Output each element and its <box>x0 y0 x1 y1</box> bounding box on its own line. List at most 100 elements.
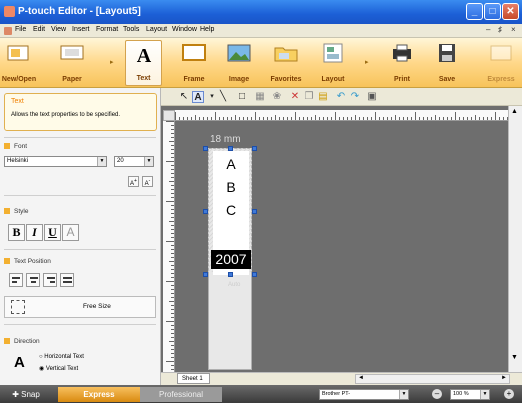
snap-tab[interactable]: ✚ Snap <box>2 387 50 402</box>
resize-handle-nw[interactable] <box>203 146 208 151</box>
ruler-tick <box>435 115 436 120</box>
image-button[interactable]: Image <box>219 40 259 86</box>
year-text-object[interactable]: 2007 <box>211 250 251 269</box>
express-button[interactable]: Express <box>480 40 522 86</box>
font-section-header[interactable]: Font <box>4 143 27 150</box>
text-tool-icon[interactable]: A <box>192 91 204 103</box>
font-name-select[interactable]: Helsinki ▼ <box>4 156 107 167</box>
menu-insert[interactable]: Insert <box>72 26 90 33</box>
maximize-button[interactable]: □ <box>484 3 501 20</box>
menu-tools[interactable]: Tools <box>123 26 139 33</box>
sheet-tab[interactable]: Sheet 1 <box>177 373 210 384</box>
select-pointer-icon[interactable]: ↖ <box>178 91 190 103</box>
cut-icon[interactable]: ✕ <box>289 91 301 103</box>
menu-edit[interactable]: Edit <box>33 26 45 33</box>
minimize-button[interactable]: _ <box>466 3 483 20</box>
italic-button[interactable]: I <box>26 224 43 241</box>
ruler-tick <box>275 115 276 120</box>
horizontal-scrollbar[interactable]: ◄ ► <box>355 374 510 384</box>
favorites-button[interactable]: Favorites <box>264 40 308 86</box>
resize-handle-n[interactable] <box>228 146 233 151</box>
save-button[interactable]: Save <box>427 40 467 86</box>
ruler-tick <box>495 112 496 120</box>
chevron-down-icon: ▼ <box>480 390 489 399</box>
resize-handle-s[interactable] <box>228 272 233 277</box>
ruler-tick <box>171 369 174 370</box>
outline-button[interactable]: A <box>62 224 79 241</box>
frame-button[interactable]: Frame <box>175 40 213 86</box>
title-bar[interactable]: P-touch Editor - [Layout5] _ □ ✕ <box>0 0 522 24</box>
text-position-section-header[interactable]: Text Position <box>4 258 51 265</box>
menu-layout[interactable]: Layout <box>146 26 167 33</box>
direction-section-header[interactable]: Direction <box>4 338 40 345</box>
menu-view[interactable]: View <box>51 26 66 33</box>
resize-handle-ne[interactable] <box>252 146 257 151</box>
menu-format[interactable]: Format <box>96 26 118 33</box>
resize-handle-se[interactable] <box>252 272 257 277</box>
scroll-up-icon[interactable]: ▲ <box>511 108 518 115</box>
layout-button[interactable]: Layout <box>314 40 352 86</box>
mdi-close-button[interactable]: × <box>511 25 516 34</box>
ruler-tick <box>503 117 504 120</box>
free-size-button[interactable]: Free Size <box>4 296 156 318</box>
align-right-button[interactable] <box>43 273 57 287</box>
table-tool-icon[interactable]: ▦ <box>254 91 266 103</box>
menu-help[interactable]: Help <box>200 26 214 33</box>
align-center-button[interactable] <box>26 273 40 287</box>
copy-icon[interactable]: ❐ <box>303 91 315 103</box>
paste-icon[interactable]: ▤ <box>317 91 329 103</box>
scroll-right-icon[interactable]: ► <box>501 375 507 381</box>
mdi-minimize-button[interactable]: – <box>486 25 490 34</box>
menu-file[interactable]: File <box>15 26 26 33</box>
ruler-tick <box>307 117 308 120</box>
align-justify-button[interactable] <box>60 273 74 287</box>
scroll-down-icon[interactable]: ▼ <box>511 354 518 361</box>
scroll-left-icon[interactable]: ◄ <box>358 375 364 381</box>
section-collapse-icon <box>4 208 10 214</box>
ruler-tick <box>171 245 174 246</box>
align-right-icon <box>50 281 55 283</box>
resize-handle-sw[interactable] <box>203 272 208 277</box>
zoom-in-icon[interactable]: + <box>504 389 514 399</box>
resize-handle-e[interactable] <box>252 209 257 214</box>
shape-tool-icon[interactable]: □ <box>236 91 248 103</box>
express-mode-tab[interactable]: Express <box>58 387 140 402</box>
printer-select[interactable]: Brother PT- ▼ <box>319 389 409 400</box>
align-left-button[interactable] <box>9 273 23 287</box>
zoom-select[interactable]: 100 % ▼ <box>450 389 490 400</box>
menu-window[interactable]: Window <box>172 26 197 33</box>
resize-handle-w[interactable] <box>203 209 208 214</box>
ruler-tick <box>171 237 174 238</box>
font-size-select[interactable]: 20 ▼ <box>114 156 154 167</box>
style-section-header[interactable]: Style <box>4 208 28 215</box>
properties-icon[interactable]: ▣ <box>366 91 378 103</box>
zoom-out-icon[interactable]: – <box>432 389 442 399</box>
underline-button[interactable]: U <box>44 224 61 241</box>
direction-vertical-radio[interactable]: ◉ Vertical Text <box>39 365 78 372</box>
ruler-tick <box>199 117 200 120</box>
ruler-tick <box>299 117 300 120</box>
undo-icon[interactable]: ↶ <box>335 91 347 103</box>
professional-mode-tab[interactable]: Professional <box>140 387 222 402</box>
ruler-tick <box>166 241 174 242</box>
ruler-tick <box>171 293 174 294</box>
mdi-restore-button[interactable]: ♯ <box>498 25 502 34</box>
ruler-tick <box>171 329 174 330</box>
ruler-tick <box>423 117 424 120</box>
font-grow-button[interactable]: A+ <box>128 176 139 187</box>
vertical-scrollbar[interactable]: ▲ ▼ <box>508 106 522 375</box>
paper-button[interactable]: Paper <box>52 40 92 86</box>
print-button[interactable]: Print <box>382 40 422 86</box>
clipart-icon[interactable]: ❀ <box>271 91 283 103</box>
font-shrink-button[interactable]: A- <box>142 176 153 187</box>
bold-button[interactable]: B <box>8 224 25 241</box>
ruler-tick <box>387 117 388 120</box>
direction-horizontal-radio[interactable]: ○ Horizontal Text <box>39 354 84 360</box>
close-button[interactable]: ✕ <box>502 3 519 20</box>
text-button[interactable]: A Text <box>125 40 162 86</box>
new-open-button[interactable]: New/Open <box>0 40 38 86</box>
ruler-tick <box>379 117 380 120</box>
line-tool-icon[interactable]: ╲ <box>217 91 229 103</box>
redo-icon[interactable]: ↷ <box>349 91 361 103</box>
ruler-tick <box>171 285 174 286</box>
